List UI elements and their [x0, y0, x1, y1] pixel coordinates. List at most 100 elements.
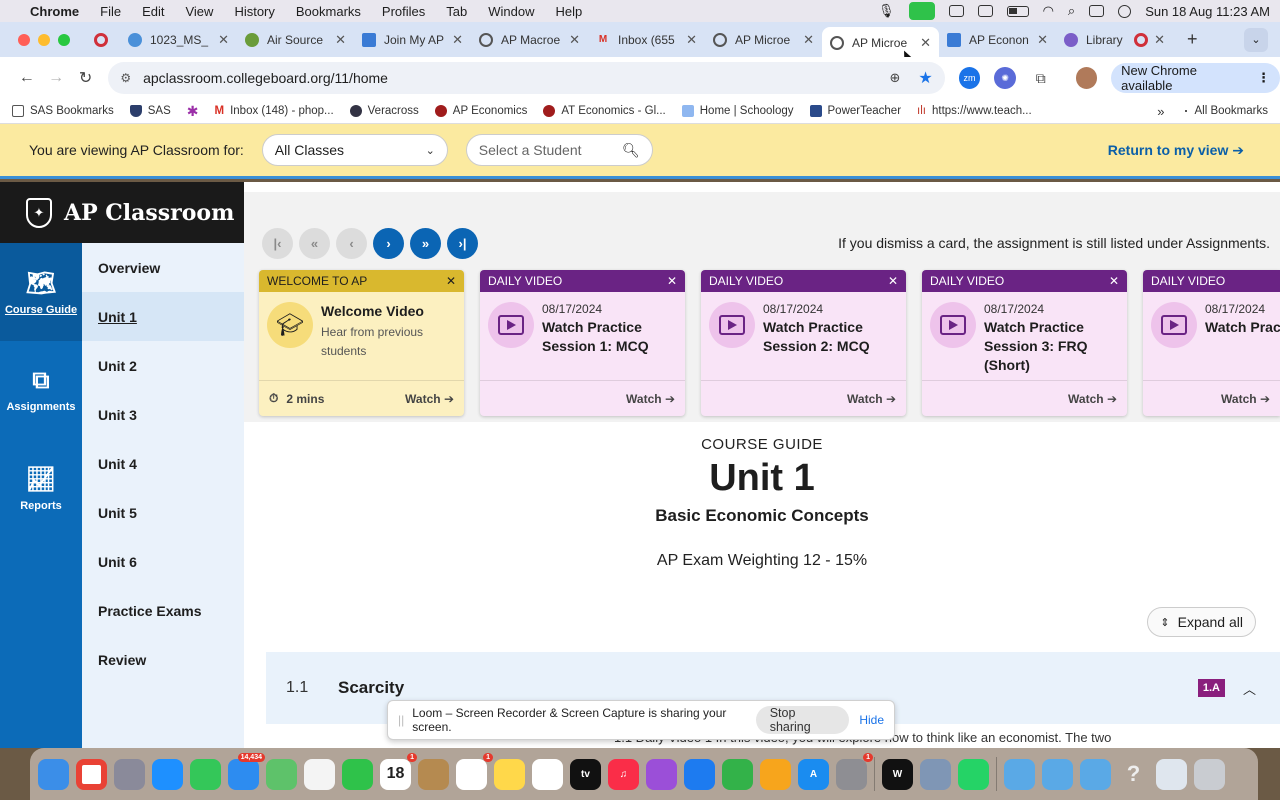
documents-folder-icon[interactable]: [1080, 758, 1111, 790]
unit-nav-overview[interactable]: Overview: [82, 243, 244, 292]
camera-indicator-icon[interactable]: [908, 2, 935, 20]
tab-ap-micro-active[interactable]: AP Microe ✕: [822, 26, 939, 59]
menu-file[interactable]: File: [100, 4, 121, 19]
watch-button[interactable]: Watch ➔: [847, 392, 896, 406]
rail-assignments[interactable]: ⧉ Assignments: [0, 341, 82, 439]
safari-icon[interactable]: [152, 758, 183, 790]
close-tab-icon[interactable]: ✕: [335, 32, 346, 48]
zoom-extension-icon[interactable]: zm: [958, 67, 981, 89]
minimize-window-icon[interactable]: [38, 33, 50, 46]
bookmark-star-icon[interactable]: ★: [918, 68, 932, 88]
bookmark-veracross[interactable]: Veracross: [349, 105, 419, 117]
search-icon[interactable]: 🔍︎: [622, 142, 640, 159]
freeform-icon[interactable]: [532, 758, 563, 790]
pages-icon[interactable]: [760, 758, 791, 790]
next-fast-icon[interactable]: »: [410, 228, 441, 259]
numbers-icon[interactable]: [722, 758, 753, 790]
tab-ap-macro[interactable]: AP Macroe ✕: [471, 26, 588, 54]
battery-icon[interactable]: [1006, 5, 1029, 17]
facetime-icon[interactable]: [342, 758, 373, 790]
close-tab-icon[interactable]: ✕: [569, 32, 580, 48]
chevron-up-icon[interactable]: ︿: [1243, 679, 1256, 698]
mail-icon[interactable]: 14,434: [228, 752, 265, 790]
class-select[interactable]: All Classes ⌄: [261, 134, 448, 166]
tab-pinned[interactable]: [86, 26, 120, 54]
whatsapp-icon[interactable]: [958, 758, 989, 790]
music-icon[interactable]: ♫: [608, 758, 639, 790]
bookmark-teach[interactable]: ılı https://www.teach...: [917, 105, 1032, 117]
close-tab-icon[interactable]: ✕: [1037, 32, 1048, 48]
menu-edit[interactable]: Edit: [142, 4, 164, 19]
maps-icon[interactable]: [266, 758, 297, 790]
more-menu-icon[interactable]: ⋮: [1257, 70, 1270, 86]
menu-view[interactable]: View: [185, 4, 213, 19]
first-page-icon[interactable]: |‹: [262, 228, 293, 259]
card-daily-video-3[interactable]: DAILY VIDEO ✕ 08/17/2024 Watch Practice S…: [922, 270, 1127, 416]
screen-share-icon[interactable]: [948, 5, 964, 17]
return-to-my-view-link[interactable]: Return to my view ➔: [1108, 142, 1244, 159]
help-icon[interactable]: ?: [1118, 759, 1149, 790]
close-window-icon[interactable]: [18, 33, 30, 46]
siri-icon[interactable]: [1118, 4, 1132, 18]
prev-icon[interactable]: ‹: [336, 228, 367, 259]
next-icon[interactable]: ›: [373, 228, 404, 259]
tab-air-source[interactable]: Air Source ✕: [237, 26, 354, 54]
bookmark-powerteacher[interactable]: PowerTeacher: [809, 105, 901, 117]
app-store-icon[interactable]: A: [798, 758, 829, 790]
tab-ap-micro-1[interactable]: AP Microe ✕: [705, 26, 822, 54]
tab-1023-ms[interactable]: 1023_MS_ ✕: [120, 26, 237, 54]
menubar-clock[interactable]: Sun 18 Aug 11:23 AM: [1145, 4, 1270, 19]
chrome-icon[interactable]: [76, 758, 107, 790]
bookmarks-overflow-icon[interactable]: »: [1157, 104, 1164, 119]
unit-nav-unit-5[interactable]: Unit 5: [82, 488, 244, 537]
bookmark-sas-bookmarks[interactable]: SAS Bookmarks: [12, 105, 114, 117]
bookmark-ap-economics[interactable]: AP Economics: [434, 105, 527, 117]
menu-profiles[interactable]: Profiles: [382, 4, 425, 19]
bookmark-inbox[interactable]: M Inbox (148) - phop...: [214, 105, 333, 117]
apple-tv-icon[interactable]: tv: [570, 758, 601, 790]
watch-button[interactable]: Watch ➔: [405, 392, 454, 406]
bookmark-at-economics[interactable]: AT Economics - Gl...: [543, 105, 666, 117]
close-tab-icon[interactable]: ✕: [803, 32, 814, 48]
student-search-input[interactable]: Select a Student 🔍︎: [465, 134, 653, 166]
expand-all-button[interactable]: ⇕ Expand all: [1147, 607, 1256, 637]
unit-nav-unit-6[interactable]: Unit 6: [82, 537, 244, 586]
window-icon[interactable]: [977, 5, 993, 17]
calendar-icon[interactable]: 18 1: [380, 752, 417, 790]
card-daily-video-4[interactable]: DAILY VIDEO 08/17/2024 Watch Practice Se…: [1143, 270, 1280, 416]
prev-fast-icon[interactable]: «: [299, 228, 330, 259]
close-tab-icon[interactable]: ✕: [686, 32, 697, 48]
unit-nav-unit-3[interactable]: Unit 3: [82, 390, 244, 439]
unit-nav-unit-4[interactable]: Unit 4: [82, 439, 244, 488]
dismiss-card-icon[interactable]: ✕: [888, 274, 898, 288]
dismiss-card-icon[interactable]: ✕: [1109, 274, 1119, 288]
messages-icon[interactable]: [190, 758, 221, 790]
card-daily-video-2[interactable]: DAILY VIDEO ✕ 08/17/2024 Watch Practice S…: [701, 270, 906, 416]
tab-inbox[interactable]: M Inbox (655 ✕: [588, 26, 705, 54]
forward-icon[interactable]: →: [41, 69, 70, 87]
podcasts-icon[interactable]: [646, 758, 677, 790]
site-settings-icon[interactable]: ⚙: [120, 71, 131, 85]
tab-join-my-ap[interactable]: Join My AP ✕: [354, 26, 471, 54]
tab-search-chevron-icon[interactable]: ⌄: [1244, 27, 1268, 52]
bookmark-schoology[interactable]: Home | Schoology: [681, 105, 794, 117]
microphone-icon[interactable]: 🎙: [878, 3, 895, 19]
watch-button[interactable]: Watch ➔: [1068, 392, 1117, 406]
back-icon[interactable]: ←: [12, 69, 41, 87]
wifi-icon[interactable]: ◠: [1043, 3, 1054, 19]
zoom-icon[interactable]: ⊕: [889, 70, 900, 86]
menu-bookmarks[interactable]: Bookmarks: [296, 4, 361, 19]
zoom-window-icon[interactable]: [58, 33, 70, 46]
unit-nav-practice-exams[interactable]: Practice Exams: [82, 586, 244, 635]
last-page-icon[interactable]: ›|: [447, 228, 478, 259]
card-welcome-video[interactable]: WELCOME TO AP ✕ 🎓︎ Welcome Video Hear fro…: [259, 270, 464, 416]
system-settings-icon[interactable]: 1: [836, 752, 873, 790]
menu-help[interactable]: Help: [556, 4, 583, 19]
trash-icon[interactable]: [1194, 758, 1225, 790]
close-tab-icon[interactable]: ✕: [1154, 32, 1165, 48]
applications-folder-icon[interactable]: [1042, 758, 1073, 790]
spotlight-icon[interactable]: ⌕: [1068, 3, 1075, 19]
notes-icon[interactable]: [494, 758, 525, 790]
menu-history[interactable]: History: [234, 4, 274, 19]
new-tab-icon[interactable]: +: [1187, 29, 1198, 50]
